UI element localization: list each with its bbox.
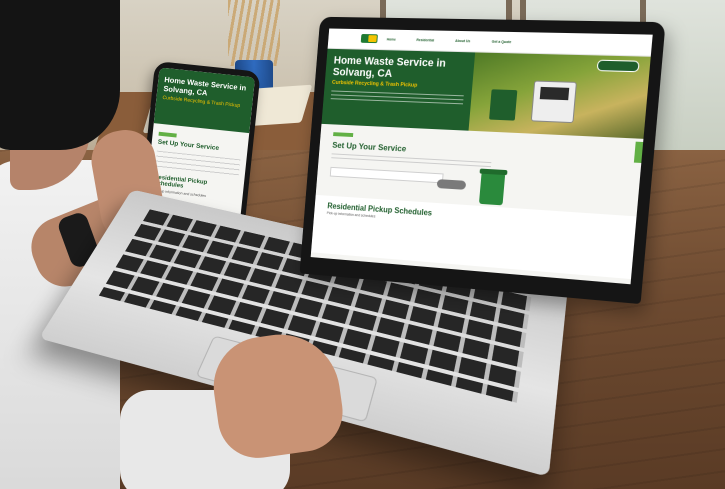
section-tag <box>333 132 354 138</box>
laptop-lid: Home Residential About Us Get a Quote Ho… <box>299 16 666 305</box>
laptop-screen: Home Residential About Us Get a Quote Ho… <box>310 28 653 285</box>
nav-residential[interactable]: Residential <box>416 38 434 42</box>
hero-photo <box>468 52 651 139</box>
phone-hero: Home Waste Service in Solvang, CA Curbsi… <box>153 67 256 134</box>
feedback-tab[interactable] <box>633 141 644 163</box>
setup-button[interactable] <box>436 179 467 190</box>
dried-plant <box>228 0 280 66</box>
garbage-truck <box>531 80 578 124</box>
hero-title: Home Waste Service in Solvang, CA <box>332 54 447 80</box>
hero-text-panel: Home Waste Service in Solvang, CA Curbsi… <box>321 48 476 131</box>
hero-body-lines <box>330 90 465 108</box>
nav-home[interactable]: Home <box>387 37 396 41</box>
green-cart-icon <box>478 171 506 206</box>
trash-bins <box>489 89 518 121</box>
photo-scene: Home Waste Service in Solvang, CA Curbsi… <box>0 0 725 489</box>
nav-quote[interactable]: Get a Quote <box>492 40 512 44</box>
nav-about[interactable]: About Us <box>455 39 470 43</box>
site-logo[interactable] <box>360 33 378 44</box>
person-hair <box>0 0 120 150</box>
hero-button[interactable] <box>596 59 640 73</box>
address-input[interactable] <box>329 166 444 184</box>
